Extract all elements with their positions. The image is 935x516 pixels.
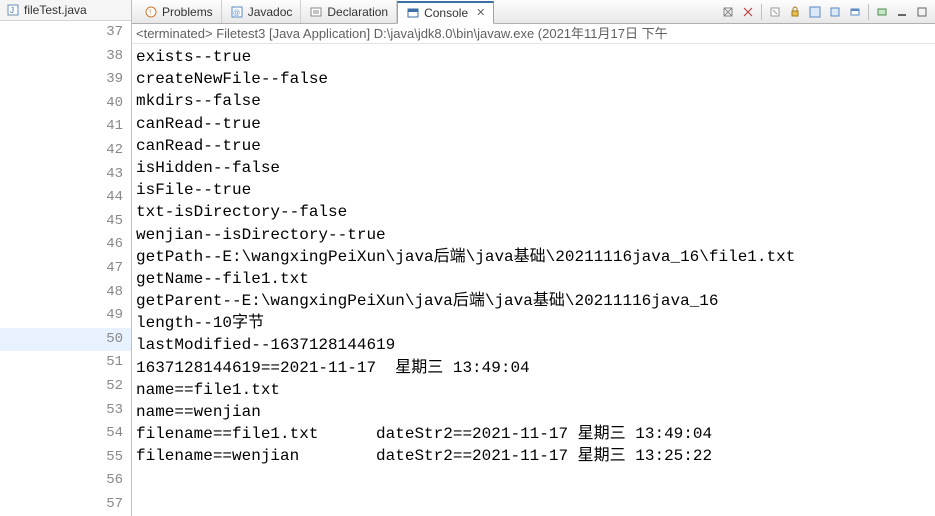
console-line: filename==wenjian dateStr2==2021-11-17 星…	[136, 445, 931, 467]
line-number: 45	[0, 210, 131, 234]
console-line: createNewFile--false	[136, 68, 931, 90]
scroll-lock-icon[interactable]	[786, 3, 804, 21]
console-line: getPath--E:\wangxingPeiXun\java后端\java基础…	[136, 246, 931, 268]
console-line: isHidden--false	[136, 157, 931, 179]
line-number: 37	[0, 21, 131, 45]
tab-javadoc[interactable]: @ Javadoc	[222, 0, 302, 23]
view-tabs-bar: ! Problems @ Javadoc Declaration Console…	[132, 0, 935, 24]
line-number: 43	[0, 163, 131, 187]
console-line: txt-isDirectory--false	[136, 201, 931, 223]
tab-label: Problems	[162, 5, 213, 19]
pin-console-icon[interactable]	[826, 3, 844, 21]
console-icon	[406, 6, 420, 20]
editor-file-tab[interactable]: J fileTest.java	[0, 0, 131, 21]
remove-all-icon[interactable]	[739, 3, 757, 21]
line-number: 40	[0, 92, 131, 116]
line-number: 38	[0, 45, 131, 69]
tab-console[interactable]: Console ✕	[397, 1, 494, 24]
line-number: 56	[0, 469, 131, 493]
java-file-icon: J	[6, 3, 20, 17]
console-process-header: <terminated> Filetest3 [Java Application…	[132, 24, 935, 44]
line-number: 46	[0, 233, 131, 257]
min-icon[interactable]	[893, 3, 911, 21]
javadoc-icon: @	[230, 5, 244, 19]
file-tab-label: fileTest.java	[24, 3, 87, 17]
toolbar-separator	[761, 4, 762, 20]
tab-label: Javadoc	[248, 5, 293, 19]
max-icon[interactable]	[913, 3, 931, 21]
console-line: exists--true	[136, 46, 931, 68]
line-number: 47	[0, 257, 131, 281]
console-output[interactable]: exists--truecreateNewFile--falsemkdirs--…	[132, 44, 935, 516]
editor-left-pane: J fileTest.java 373839404142434445464748…	[0, 0, 132, 516]
tab-label: Declaration	[327, 5, 388, 19]
tab-problems[interactable]: ! Problems	[136, 0, 222, 23]
toolbar-separator	[868, 4, 869, 20]
console-toolbar	[719, 3, 935, 21]
svg-text:J: J	[10, 6, 14, 15]
open-console-icon[interactable]	[873, 3, 891, 21]
console-line: 1637128144619==2021-11-17 星期三 13:49:04	[136, 357, 931, 379]
clear-console-icon[interactable]	[766, 3, 784, 21]
line-number: 48	[0, 281, 131, 305]
tab-label: Console	[424, 6, 468, 20]
line-number: 39	[0, 68, 131, 92]
line-number: 51	[0, 351, 131, 375]
line-number: 54	[0, 422, 131, 446]
line-number: 57	[0, 493, 131, 516]
line-number: 42	[0, 139, 131, 163]
line-number: 52	[0, 375, 131, 399]
line-number: 55	[0, 446, 131, 470]
console-line: lastModified--1637128144619	[136, 334, 931, 356]
svg-text:!: !	[149, 8, 151, 17]
console-line: filename==file1.txt dateStr2==2021-11-17…	[136, 423, 931, 445]
console-line: name==file1.txt	[136, 379, 931, 401]
line-number: 53	[0, 399, 131, 423]
line-number: 49	[0, 304, 131, 328]
line-number: 44	[0, 186, 131, 210]
console-line: isFile--true	[136, 179, 931, 201]
console-view-pane: ! Problems @ Javadoc Declaration Console…	[132, 0, 935, 516]
close-icon[interactable]: ✕	[476, 6, 485, 19]
console-line: name==wenjian	[136, 401, 931, 423]
tab-declaration[interactable]: Declaration	[301, 0, 397, 23]
line-number: 50	[0, 328, 131, 352]
declaration-icon	[309, 5, 323, 19]
problems-icon: !	[144, 5, 158, 19]
display-selected-icon[interactable]	[846, 3, 864, 21]
word-wrap-icon[interactable]	[806, 3, 824, 21]
console-line: mkdirs--false	[136, 90, 931, 112]
console-line: getParent--E:\wangxingPeiXun\java后端\java…	[136, 290, 931, 312]
remove-launch-icon[interactable]	[719, 3, 737, 21]
svg-text:@: @	[233, 10, 240, 17]
console-line: canRead--true	[136, 113, 931, 135]
console-line: length--10字节	[136, 312, 931, 334]
line-number: 41	[0, 115, 131, 139]
console-line: canRead--true	[136, 135, 931, 157]
console-line: getName--file1.txt	[136, 268, 931, 290]
line-number-gutter: 3738394041424344454647484950515253545556…	[0, 21, 131, 516]
console-line: wenjian--isDirectory--true	[136, 224, 931, 246]
